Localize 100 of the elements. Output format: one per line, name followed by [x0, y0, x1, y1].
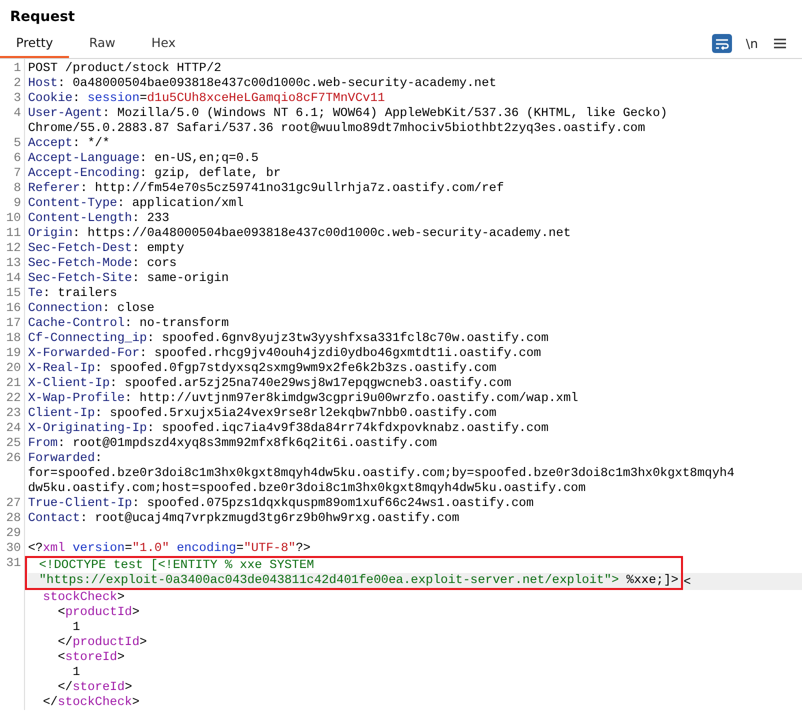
xml-attribute: version [72, 541, 125, 555]
line-number: 14 [5, 271, 22, 286]
code-text: : empty [132, 241, 184, 255]
code-text: : Mozilla/5.0 (Windows NT 6.1; WOW64) AppleWebKit/537.36 (KHTML, like Gecko) [102, 106, 668, 120]
code-text: %xxe;]> [625, 573, 678, 587]
code-text: for=spoofed.bze0r3doi8c1m3hx0kgxt8mqyh4dw5ku.oastify.com;by=spoofed.bze0r3doi8c1m3hx0kgxt8mqyh4 [28, 466, 734, 480]
code-text: </ [42, 695, 58, 709]
code-text: < [56, 605, 66, 619]
line-number: 5 [12, 136, 22, 151]
line-number: 9 [12, 196, 22, 211]
code-text: > [140, 635, 147, 649]
header-name: Accept-Encoding [28, 166, 140, 180]
string-value: "1.0" [132, 541, 170, 555]
code-text: > [132, 605, 140, 619]
code-text: : [94, 451, 102, 465]
header-name: X-Wap-Profile [28, 391, 125, 405]
code-text: : cors [132, 256, 177, 270]
string-value: d1u5CUh8xceHeLGamqio8cF7TMnVCv11 [147, 91, 385, 105]
header-name: X-Originating-Ip [28, 421, 147, 435]
code-text: : 0a48000504bae093818e437c00d1000c.web-security-academy.net [58, 76, 496, 90]
code-text: : gzip, deflate, br [140, 166, 281, 180]
view-tab[interactable]: Pretty [0, 29, 70, 58]
code-text: = [236, 541, 244, 555]
code-text: : http://fm54e70s5cz59741no31gc9ullrhja7z.oastify.com/ref [80, 181, 504, 195]
header-name: Content-Type [28, 196, 118, 210]
line-number: 27 [5, 496, 22, 511]
line-number: 20 [5, 361, 22, 376]
line-number: 21 [5, 376, 22, 391]
code-text: : spoofed.5rxujx5ia24vex9rse8rl2ekqbw7nbb0.oastify.com [94, 406, 496, 420]
code-text: : application/xml [117, 196, 244, 210]
newline-toggle-button[interactable]: \n [742, 36, 762, 51]
header-name: Client-Ip [28, 406, 95, 420]
code-text: : root@01mpdszd4xyq8s3mm92mfx8fk6q2it6i.oastify.com [58, 436, 437, 450]
header-name: Sec-Fetch-Dest [28, 241, 132, 255]
header-name: True-Client-Ip [28, 496, 132, 510]
line-number: 18 [5, 331, 22, 346]
code-text: : close [102, 301, 154, 315]
line-number: 13 [5, 256, 22, 271]
line-number: 22 [5, 391, 22, 406]
header-name: X-Forwarded-For [28, 346, 140, 360]
xml-tag-name: productId [72, 635, 140, 649]
code-text: > [132, 695, 140, 709]
header-name: Referer [28, 181, 80, 195]
xml-tag-name: storeId [65, 650, 118, 664]
code-text: </ [56, 680, 73, 694]
code-text: < [56, 650, 66, 664]
code-text: : */* [72, 136, 110, 150]
line-number: 30 [5, 541, 22, 556]
view-tab[interactable]: Raw [73, 29, 132, 58]
header-name: Cache-Control [28, 316, 125, 330]
code-text: </ [56, 635, 73, 649]
line-number: 29 [5, 526, 22, 541]
wrap-lines-button[interactable] [712, 34, 732, 53]
header-name: Te [28, 286, 43, 300]
code-text: : spoofed.iqc7ia4v9f38da84rr74kfdxpovknabz.oastify.com [146, 421, 549, 435]
xml-tag-name: xml [42, 541, 66, 555]
code-text: : 233 [132, 211, 170, 225]
header-name: Cf-Connecting_ip [28, 331, 147, 345]
xml-tag-name: storeId [72, 680, 125, 694]
code-text: : spoofed.rhcg9jv40ouh4jzdi0ydbo46gxmtdt1i.oastify.com [140, 346, 542, 360]
param-name: session [88, 91, 140, 105]
line-number: 19 [5, 346, 22, 361]
code-text: : [72, 91, 82, 105]
panel-title: Request [9, 8, 76, 27]
string-value: "UTF-8" [244, 541, 296, 555]
line-number: 7 [12, 166, 22, 181]
header-name: Cookie [28, 91, 73, 105]
code-text: ?> [296, 541, 311, 555]
code-text: = [124, 541, 132, 555]
view-tab[interactable]: Hex [135, 29, 192, 58]
line-number: 25 [5, 436, 22, 451]
line-number: 26 [5, 451, 22, 467]
code-text: Chrome/55.0.2883.87 Safari/537.36 root@wuulmo89dt7mhociv5biothbt2zyq3es.oastify.com [28, 121, 646, 135]
code-text: > [117, 590, 125, 604]
menu-button[interactable] [772, 36, 788, 51]
code-text: : root@ucaj4mq7vrpkzmugd3tg6rz9b0hw9rxg.oastify.com [80, 511, 460, 525]
header-name: Contact [28, 511, 80, 525]
code-text: : spoofed.0fgp7stdyxsq2sxmg9wm9x2fe6k2b3zs.oastify.com [94, 361, 496, 375]
code-text: : no-transform [124, 316, 229, 330]
code-text: : en-US,en;q=0.5 [140, 151, 259, 165]
code-text: : spoofed.ar5zj25na740e29wsj8w17epqgwcneb3.oastify.com [110, 376, 512, 390]
line-number: 15 [5, 286, 22, 301]
code-text: 1 [72, 665, 80, 679]
line-number: 16 [5, 301, 22, 316]
code-text: < [683, 575, 691, 590]
line-number: 1 [12, 61, 22, 76]
code-text: = [140, 91, 147, 105]
header-name: Host [28, 76, 58, 90]
code-text: : spoofed.075pzs1dqxkquspm89om1xuf66c24ws1.oastify.com [132, 496, 534, 510]
code-text: : same-origin [132, 271, 229, 285]
line-number: 4 [12, 106, 22, 122]
code-text: : https://0a48000504bae093818e437c00d1000c.web-security-academy.net [72, 226, 571, 240]
header-name: User-Agent [28, 106, 102, 120]
header-name: Sec-Fetch-Mode [28, 256, 132, 270]
line-number: 17 [5, 316, 22, 331]
code-text: > [117, 650, 125, 664]
line-number: 23 [5, 406, 22, 421]
line-number: 8 [12, 181, 22, 196]
header-name: Forwarded [28, 451, 95, 465]
line-number: 28 [5, 511, 22, 526]
